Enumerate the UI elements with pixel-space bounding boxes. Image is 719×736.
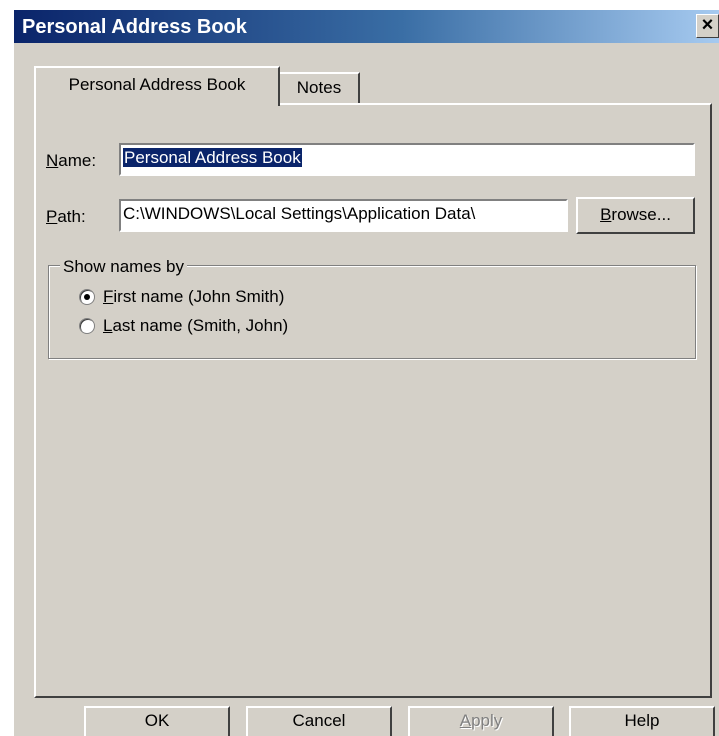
tab-panel — [34, 103, 712, 698]
name-label: Name: — [46, 150, 96, 172]
radio-last-name[interactable] — [79, 318, 95, 334]
close-icon: × — [701, 14, 714, 36]
browse-button[interactable]: Browse... — [576, 197, 695, 234]
tab-label: Notes — [296, 78, 342, 97]
browse-label-rest: rowse... — [611, 205, 671, 224]
cancel-button[interactable]: Cancel — [246, 706, 392, 736]
help-label: Help — [624, 711, 660, 730]
first-name-accesskey: F — [103, 287, 114, 306]
radio-checked-dot — [84, 294, 90, 300]
name-accesskey: N — [46, 151, 59, 170]
tab-personal-address-book[interactable]: Personal Address Book — [34, 66, 280, 106]
name-label-rest: ame: — [58, 151, 97, 170]
browse-accesskey: B — [600, 205, 612, 224]
radio-first-name[interactable] — [79, 289, 95, 305]
show-names-group — [48, 265, 696, 359]
name-field-value: Personal Address Book — [123, 148, 302, 167]
last-name-label-rest: ast name (Smith, John) — [112, 316, 289, 335]
apply-label: Apply — [460, 711, 503, 730]
apply-button[interactable]: Apply — [408, 706, 554, 736]
window-title: Personal Address Book — [22, 16, 247, 38]
path-field[interactable]: C:\WINDOWS\Local Settings\Application Da… — [119, 199, 568, 232]
first-name-label-rest: irst name (John Smith) — [113, 287, 285, 306]
apply-accesskey: A — [459, 711, 472, 730]
tab-label: Personal Address Book — [68, 75, 246, 94]
ok-button[interactable]: OK — [84, 706, 230, 736]
cancel-label: Cancel — [292, 711, 346, 730]
ok-label: OK — [144, 711, 170, 730]
path-accesskey: P — [46, 207, 58, 226]
radio-first-name-label[interactable]: First name (John Smith) — [103, 286, 284, 308]
close-button[interactable]: × — [696, 14, 719, 38]
show-names-title: Show names by — [60, 256, 187, 278]
path-label: Path: — [46, 206, 86, 228]
name-field[interactable]: Personal Address Book — [119, 143, 695, 176]
tab-notes[interactable]: Notes — [278, 72, 360, 104]
apply-label-rest: pply — [471, 711, 503, 730]
help-button[interactable]: Help — [569, 706, 715, 736]
path-label-rest: ath: — [57, 207, 86, 226]
path-field-value: C:\WINDOWS\Local Settings\Application Da… — [123, 204, 476, 223]
radio-last-name-label[interactable]: Last name (Smith, John) — [103, 315, 288, 337]
